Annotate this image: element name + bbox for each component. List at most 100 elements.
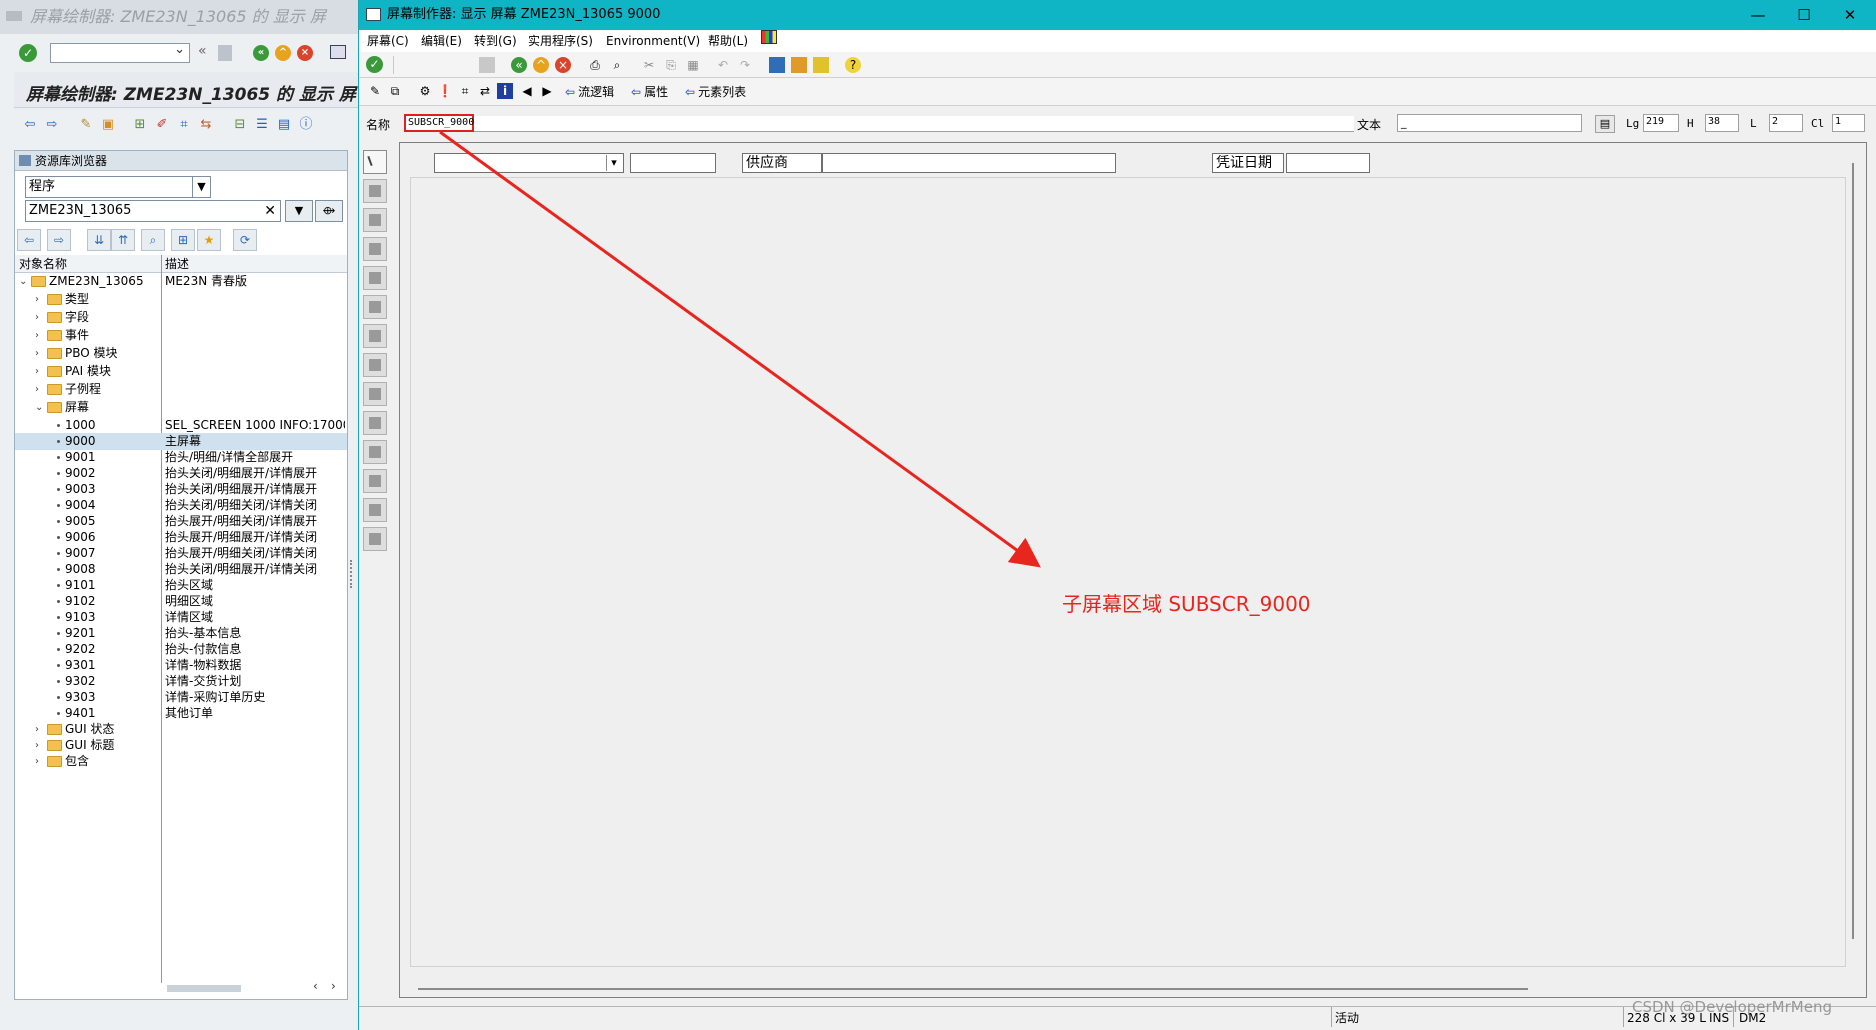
input-field-tool-icon[interactable] <box>363 208 387 232</box>
paste-icon[interactable]: ▦ <box>685 57 701 73</box>
pushbutton-tool-icon[interactable] <box>363 295 387 319</box>
next-screen-icon[interactable]: ▶ <box>539 83 555 99</box>
horizontal-scrollbar[interactable]: ‹ › <box>165 979 345 995</box>
scroll-right-icon[interactable]: › <box>331 979 336 993</box>
menu-environment[interactable]: Environment(V) <box>606 30 700 52</box>
clear-icon[interactable]: ✕ <box>264 201 276 221</box>
expand-icon[interactable]: ⇊ <box>87 229 111 251</box>
display-change-icon[interactable]: ✎ <box>367 83 383 99</box>
tree-node[interactable]: ⌄ 屏幕 <box>15 399 347 416</box>
activate-icon[interactable]: ▣ <box>100 117 116 133</box>
table-wizard-tool-icon[interactable] <box>363 469 387 493</box>
box-tool-icon[interactable] <box>363 382 387 406</box>
shortcut-icon[interactable] <box>791 57 807 73</box>
subscreen-tool-icon[interactable] <box>363 411 387 435</box>
back-icon[interactable]: ⇦ <box>17 229 41 251</box>
tree-node[interactable]: 9000 主屏幕 <box>15 433 347 450</box>
close-button[interactable]: ✕ <box>1827 0 1873 30</box>
tree-node[interactable]: 9005 抬头展开/明细关闭/详情展开 <box>15 513 347 530</box>
tree-node[interactable]: 9201 抬头-基本信息 <box>15 625 347 642</box>
tabstrip-wizard-tool-icon[interactable] <box>363 353 387 377</box>
radio-button-tool-icon[interactable] <box>363 266 387 290</box>
table-control-tool-icon[interactable] <box>363 440 387 464</box>
exit-icon[interactable]: ^ <box>275 45 291 61</box>
tree-node[interactable]: ⌄ ZME23N_13065 ME23N 青春版 <box>15 273 347 290</box>
collapsed-caret-icon[interactable]: › <box>35 381 39 398</box>
cut-icon[interactable]: ✂ <box>641 57 657 73</box>
customize-layout-icon[interactable] <box>761 30 777 44</box>
where-used-icon[interactable]: ⌗ <box>457 83 473 99</box>
menu-edit[interactable]: 编辑(E) <box>421 30 462 52</box>
tree-node[interactable]: › 字段 <box>15 309 347 326</box>
text-field[interactable]: _ <box>1397 114 1582 132</box>
command-field[interactable] <box>50 42 190 63</box>
find-icon[interactable]: ⌕ <box>141 229 165 251</box>
info-icon[interactable]: i <box>497 83 513 99</box>
collapse-icon[interactable]: « <box>198 43 207 59</box>
attributes-button[interactable]: ⇦ 属性 <box>631 84 668 100</box>
lg-field[interactable]: 219 <box>1643 114 1679 132</box>
forward-arrow-icon[interactable]: ⇨ <box>44 117 60 133</box>
info-icon[interactable]: ⓘ <box>298 117 314 133</box>
enter-icon[interactable]: ✓ <box>19 44 37 62</box>
collapsed-caret-icon[interactable]: › <box>35 737 39 754</box>
flow-logic-button[interactable]: ⇦ 流逻辑 <box>565 84 614 100</box>
vendor-input-field[interactable] <box>822 153 1116 173</box>
print-icon[interactable] <box>330 45 346 59</box>
screen-input-field[interactable] <box>630 153 716 173</box>
pencil-icon[interactable]: ✐ <box>154 117 170 133</box>
tree-node[interactable]: › 子例程 <box>15 381 347 398</box>
collapsed-caret-icon[interactable]: › <box>35 291 39 308</box>
tree-node[interactable]: › 类型 <box>15 291 347 308</box>
expanded-caret-icon[interactable]: ⌄ <box>19 273 27 290</box>
activate-icon[interactable]: ❗ <box>437 83 453 99</box>
pointer-tool-icon[interactable] <box>363 150 387 174</box>
doc-date-field[interactable] <box>1286 153 1370 173</box>
undo-icon[interactable]: ↶ <box>715 57 731 73</box>
tree-node[interactable]: 9301 详情-物料数据 <box>15 657 347 674</box>
tree-node[interactable]: 9002 抬头关闭/明细展开/详情展开 <box>15 465 347 482</box>
tree-node[interactable]: 9302 详情-交货计划 <box>15 673 347 690</box>
display-change-icon[interactable]: ✎ <box>78 117 94 133</box>
hierarchy-icon[interactable]: ⊞ <box>132 117 148 133</box>
forward-icon[interactable]: ⇨ <box>47 229 71 251</box>
display-button[interactable]: ⟴ <box>315 200 343 222</box>
object-type-select[interactable]: 程序 ▼ <box>25 176 211 198</box>
collapsed-caret-icon[interactable]: › <box>35 721 39 738</box>
chevron-down-icon[interactable]: ▼ <box>192 177 210 197</box>
h-field[interactable]: 38 <box>1705 114 1739 132</box>
tree-node[interactable]: › 包含 <box>15 753 347 770</box>
tree-node[interactable]: › GUI 标题 <box>15 737 347 754</box>
favorites-icon[interactable]: ★ <box>197 229 221 251</box>
collapsed-caret-icon[interactable]: › <box>35 345 39 362</box>
print-icon[interactable]: ⎙ <box>587 57 603 73</box>
dropdown-button[interactable]: ▼ <box>285 200 313 222</box>
layout-icon[interactable]: ☰ <box>254 117 270 133</box>
find-icon[interactable]: ⌕ <box>609 57 625 73</box>
tree-node[interactable]: 9006 抬头展开/明细展开/详情关闭 <box>15 529 347 546</box>
collapsed-caret-icon[interactable]: › <box>35 753 39 770</box>
tree-node[interactable]: 9102 明细区域 <box>15 593 347 610</box>
cl-field[interactable]: 1 <box>1832 114 1865 132</box>
name-field[interactable]: SUBSCR_9000 <box>404 114 474 132</box>
tree-node[interactable]: 9303 详情-采购订单历史 <box>15 689 347 706</box>
scrollbar-thumb[interactable] <box>167 985 241 992</box>
exit-icon[interactable]: ^ <box>533 57 549 73</box>
tabstrip-tool-icon[interactable] <box>363 324 387 348</box>
enter-icon[interactable]: ✓ <box>366 56 383 73</box>
help-icon[interactable]: ? <box>845 57 861 73</box>
custom-control-tool-icon[interactable] <box>363 498 387 522</box>
tree-node[interactable]: › 事件 <box>15 327 347 344</box>
tree-node[interactable]: 9003 抬头关闭/明细展开/详情展开 <box>15 481 347 498</box>
canvas-vertical-scrollbar[interactable] <box>1852 163 1854 939</box>
panel-splitter[interactable] <box>350 560 354 588</box>
tree-node[interactable]: 9101 抬头区域 <box>15 577 347 594</box>
redo-icon[interactable]: ↷ <box>737 57 753 73</box>
collapsed-caret-icon[interactable]: › <box>35 309 39 326</box>
status-icon-tool-icon[interactable] <box>363 527 387 551</box>
checkbox-tool-icon[interactable] <box>363 237 387 261</box>
previous-screen-icon[interactable]: ◀ <box>519 83 535 99</box>
canvas-horizontal-scrollbar[interactable] <box>418 988 1528 990</box>
tree-node[interactable]: 9103 详情区域 <box>15 609 347 626</box>
save-icon[interactable] <box>479 57 495 73</box>
